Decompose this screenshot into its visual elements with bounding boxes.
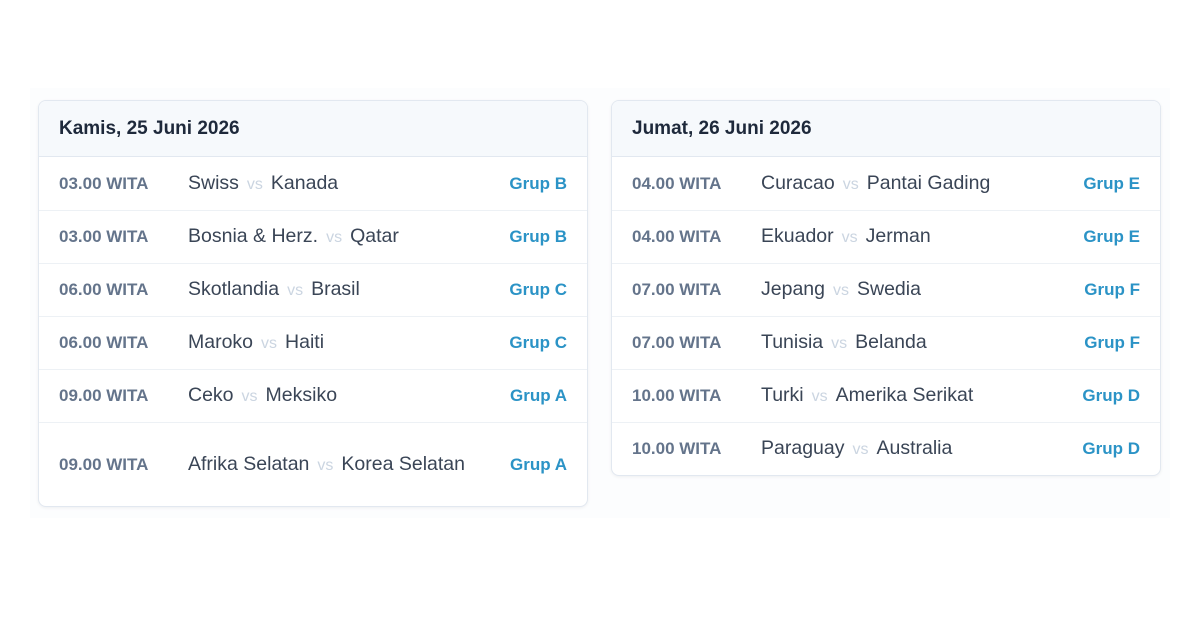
group-label: Grup B — [509, 173, 567, 193]
group-label: Grup E — [1083, 173, 1140, 193]
vs-label: vs — [246, 175, 263, 193]
away-team: Amerika Serikat — [835, 384, 974, 406]
away-team: Australia — [876, 437, 953, 459]
away-team: Kanada — [270, 171, 339, 194]
match-time: 09.00 WITA — [59, 454, 149, 474]
schedule-page: Kamis, 25 Juni 2026 03.00 WITA Swiss vs Ka… — [0, 0, 1200, 625]
away-team: Korea Selatan — [341, 452, 465, 475]
group-label: Grup C — [509, 280, 567, 299]
vs-label: vs — [832, 282, 849, 299]
vs-label: vs — [842, 175, 859, 193]
match-teams: Afrika Selatan vs Korea Selatan — [188, 450, 510, 480]
match-teams: Curacao vs Pantai Gading — [761, 169, 1083, 199]
match-time: 10.00 WITA — [632, 386, 722, 405]
match-row: 10.00 WITA Turki vs Amerika Serikat Grup D — [612, 369, 1160, 422]
match-time: 04.00 WITA — [632, 227, 722, 246]
match-list: 04.00 WITA Curacao vs Pantai Gading Grup E… — [612, 157, 1160, 475]
home-team: Skotlandia — [188, 278, 280, 300]
vs-label: vs — [841, 229, 858, 246]
match-time: 07.00 WITA — [632, 333, 722, 352]
group-label: Grup A — [510, 386, 567, 405]
away-team: Belanda — [855, 331, 927, 353]
home-team: Maroko — [188, 331, 254, 353]
group-label: Grup C — [509, 333, 567, 352]
away-team: Jerman — [865, 225, 931, 247]
vs-label: vs — [241, 388, 258, 405]
match-teams: Swiss vs Kanada — [188, 169, 509, 199]
away-team: Haiti — [285, 331, 325, 353]
match-row: 07.00 WITA Jepang vs Swedia Grup F — [612, 263, 1160, 316]
home-team: Ekuador — [761, 225, 834, 247]
vs-label: vs — [261, 335, 278, 352]
vs-label: vs — [852, 441, 869, 458]
match-row: 06.00 WITA Maroko vs Haiti Grup C — [39, 316, 587, 369]
home-team: Ceko — [188, 384, 234, 406]
group-label: Grup F — [1084, 333, 1140, 352]
home-team: Paraguay — [761, 437, 845, 459]
group-label: Grup D — [1082, 439, 1140, 458]
home-team: Tunisia — [761, 331, 824, 353]
vs-label: vs — [317, 456, 334, 474]
home-team: Jepang — [761, 278, 825, 300]
vs-label: vs — [326, 229, 343, 246]
match-teams: Jepang vs Swedia — [761, 275, 1084, 305]
match-row: 04.00 WITA Ekuador vs Jerman Grup E — [612, 210, 1160, 263]
match-row: 10.00 WITA Paraguay vs Australia Grup D — [612, 422, 1160, 475]
group-label: Grup B — [509, 227, 567, 246]
vs-label: vs — [287, 282, 304, 299]
match-time: 06.00 WITA — [59, 333, 149, 352]
match-time: 03.00 WITA — [59, 173, 149, 193]
home-team: Turki — [761, 384, 804, 406]
match-time: 06.00 WITA — [59, 280, 149, 299]
group-label: Grup F — [1084, 280, 1140, 299]
match-teams: Paraguay vs Australia — [761, 434, 1082, 464]
day-card-thursday: Kamis, 25 Juni 2026 03.00 WITA Swiss vs Ka… — [38, 100, 588, 507]
match-row: 03.00 WITA Bosnia & Herz. vs Qatar Grup B — [39, 210, 587, 263]
home-team: Afrika Selatan — [188, 452, 310, 475]
day-card-friday: Jumat, 26 Juni 2026 04.00 WITA Curacao vs… — [611, 100, 1161, 476]
match-teams: Maroko vs Haiti — [188, 328, 509, 358]
match-row: 03.00 WITA Swiss vs Kanada Grup B — [39, 157, 587, 210]
match-teams: Turki vs Amerika Serikat — [761, 381, 1082, 411]
match-time: 09.00 WITA — [59, 386, 149, 405]
group-label: Grup A — [510, 454, 567, 474]
match-teams: Bosnia & Herz. vs Qatar — [188, 222, 509, 252]
away-team: Pantai Gading — [866, 171, 991, 194]
away-team: Brasil — [311, 278, 360, 300]
match-teams: Skotlandia vs Brasil — [188, 275, 509, 305]
match-row: 04.00 WITA Curacao vs Pantai Gading Grup E — [612, 157, 1160, 210]
match-row: 06.00 WITA Skotlandia vs Brasil Grup C — [39, 263, 587, 316]
match-list: 03.00 WITA Swiss vs Kanada Grup B 03.00 WI… — [39, 157, 587, 506]
match-row: 07.00 WITA Tunisia vs Belanda Grup F — [612, 316, 1160, 369]
home-team: Bosnia & Herz. — [188, 225, 319, 247]
vs-label: vs — [811, 388, 828, 405]
match-teams: Ceko vs Meksiko — [188, 381, 510, 411]
match-row: 09.00 WITA Afrika Selatan vs Korea Selatan… — [39, 422, 587, 506]
vs-label: vs — [831, 335, 848, 352]
match-row: 09.00 WITA Ceko vs Meksiko Grup A — [39, 369, 587, 422]
group-label: Grup E — [1083, 227, 1140, 246]
group-label: Grup D — [1082, 386, 1140, 405]
match-teams: Tunisia vs Belanda — [761, 328, 1084, 358]
match-time: 04.00 WITA — [632, 173, 722, 193]
match-time: 10.00 WITA — [632, 439, 722, 458]
match-time: 07.00 WITA — [632, 280, 722, 299]
home-team: Swiss — [188, 171, 239, 194]
match-teams: Ekuador vs Jerman — [761, 222, 1083, 252]
day-title: Jumat, 26 Juni 2026 — [612, 101, 1160, 157]
match-time: 03.00 WITA — [59, 227, 149, 246]
away-team: Swedia — [856, 278, 921, 300]
home-team: Curacao — [761, 171, 835, 194]
away-team: Qatar — [350, 225, 399, 247]
day-title: Kamis, 25 Juni 2026 — [39, 101, 587, 157]
away-team: Meksiko — [265, 384, 338, 406]
